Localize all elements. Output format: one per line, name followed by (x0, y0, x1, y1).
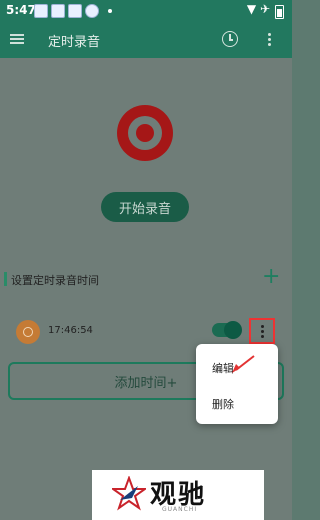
main-content: 开始录音 设置定时录音时间 + 17:46:54 添加时间+ (0, 58, 292, 520)
alarm-avatar-icon (16, 320, 40, 344)
system-icons: ▼ ✈ (247, 2, 270, 16)
notification-icon (68, 4, 82, 18)
record-icon (117, 105, 173, 161)
app-bar: 定时录音 (0, 22, 292, 58)
status-bar: 5:47 ▼ ✈ (0, 0, 292, 22)
more-options-icon[interactable] (268, 33, 271, 48)
start-recording-button[interactable]: 开始录音 (101, 192, 189, 222)
notification-icon (34, 4, 48, 18)
add-schedule-button[interactable]: + (262, 266, 280, 288)
bluetooth-app-icon (85, 4, 99, 18)
schedule-toggle[interactable] (212, 321, 242, 339)
status-time: 5:47 (6, 3, 36, 17)
watermark: 观驰 GUANCHI (92, 470, 264, 520)
item-more-options-icon[interactable] (249, 318, 275, 344)
wifi-icon: ▼ (246, 2, 257, 16)
watermark-subtext: GUANCHI (162, 506, 198, 513)
star-logo-icon (112, 476, 146, 511)
menu-item-delete[interactable]: 删除 (212, 396, 234, 412)
notification-dot-icon (108, 9, 112, 13)
notification-icon (51, 4, 65, 18)
schedule-time: 17:46:54 (48, 325, 93, 336)
section-title: 设置定时录音时间 (11, 274, 99, 287)
airplane-icon: ✈ (259, 2, 270, 16)
app-title: 定时录音 (48, 35, 101, 50)
battery-icon (275, 5, 284, 19)
pointer-arrow-icon (232, 355, 255, 373)
section-accent-bar (4, 272, 7, 286)
clock-icon[interactable] (222, 31, 238, 47)
menu-icon[interactable] (10, 34, 24, 44)
